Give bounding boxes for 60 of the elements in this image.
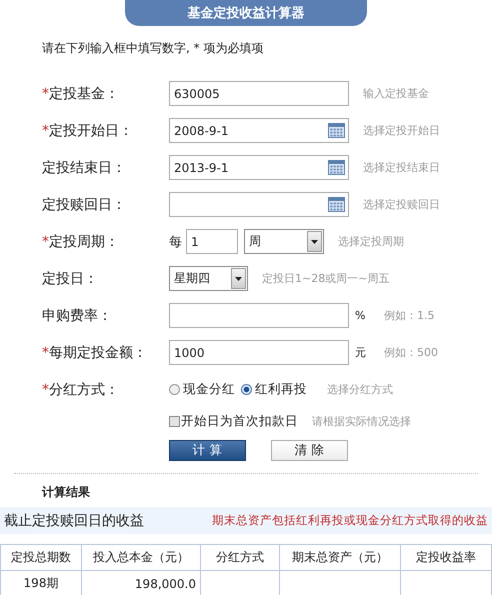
period-unit-dropdown[interactable]: 周 — [244, 229, 324, 254]
field-label: 定投日： — [42, 270, 98, 286]
field-label: 定投赎回日： — [42, 196, 126, 212]
banner-title: 截止定投赎回日的收益 — [4, 512, 144, 530]
required-mark: * — [42, 122, 49, 138]
date-field[interactable]: 2013-9-1 — [169, 155, 349, 180]
weekday-dropdown[interactable]: 星期四 — [169, 266, 248, 291]
radio-button[interactable] — [241, 384, 252, 395]
results-heading: 计算结果 — [42, 484, 91, 501]
field-hint: 例如：500 — [384, 345, 438, 360]
caret-icon — [235, 276, 242, 280]
field-hint: 定投日1~28或周一~周五 — [262, 271, 390, 286]
field-label: 定投周期： — [49, 234, 119, 250]
banner-note: 期末总资产包括红利再投或现金分红方式取得的收益 — [212, 513, 488, 528]
field-label: 定投结束日： — [42, 160, 126, 176]
column-header: 定投总期数 — [0, 544, 82, 570]
column-header: 投入总本金（元） — [82, 544, 200, 570]
unit-label: 元 — [355, 345, 367, 360]
calendar-icon[interactable] — [328, 123, 345, 138]
every-label: 每 — [169, 234, 182, 250]
field-hint: 请根据实际情况选择 — [312, 414, 411, 428]
calendar-icon[interactable] — [328, 197, 345, 212]
input-field[interactable] — [169, 303, 349, 328]
required-mark: * — [42, 86, 49, 102]
field-label: 分红方式： — [49, 382, 119, 398]
field-hint: 选择定投开始日 — [363, 123, 440, 138]
caret-icon — [311, 240, 318, 244]
clear-button[interactable]: 清 除 — [271, 440, 348, 461]
input-field[interactable]: 1000 — [169, 340, 349, 365]
calculator-title: 基金定投收益计算器 — [125, 0, 367, 26]
input-field[interactable]: 630005 — [169, 81, 349, 106]
date-field[interactable]: 2008-9-1 — [169, 118, 349, 143]
field-hint: 输入定投基金 — [363, 86, 429, 101]
field-hint: 选择定投结束日 — [363, 160, 440, 175]
table-cell: 198期 — [0, 570, 82, 595]
field-label: 每期定投金额： — [49, 344, 147, 360]
required-mark: * — [42, 234, 49, 250]
unit-label: % — [355, 309, 366, 322]
calculate-button[interactable]: 计 算 — [169, 440, 246, 461]
calendar-icon[interactable] — [328, 160, 345, 175]
instruction-text: 请在下列输入框中填写数字, * 项为必填项 — [42, 40, 264, 57]
field-hint: 选择定投赎回日 — [363, 197, 440, 212]
radio-button[interactable] — [169, 384, 180, 395]
column-header: 期末总资产（元） — [280, 544, 400, 570]
column-header: 分红方式 — [200, 544, 280, 570]
field-hint: 选择分红方式 — [327, 382, 393, 397]
required-mark: * — [42, 382, 49, 398]
column-header: 定投收益率 — [400, 544, 492, 570]
field-hint: 选择定投周期 — [338, 234, 404, 249]
first-debit-checkbox[interactable]: 开始日为首次扣款日 — [169, 412, 298, 430]
checkbox[interactable] — [169, 416, 180, 426]
date-field[interactable] — [169, 192, 349, 217]
field-label: 定投开始日： — [49, 122, 133, 138]
field-label: 申购费率： — [42, 308, 112, 324]
field-label: 定投基金： — [49, 86, 119, 102]
period-count-field[interactable]: 1 — [186, 229, 238, 254]
radio-option[interactable]: 红利再投 — [241, 381, 307, 398]
field-hint: 例如：1.5 — [384, 308, 434, 323]
radio-option[interactable]: 现金分红 — [169, 381, 235, 398]
required-mark: * — [42, 344, 49, 360]
